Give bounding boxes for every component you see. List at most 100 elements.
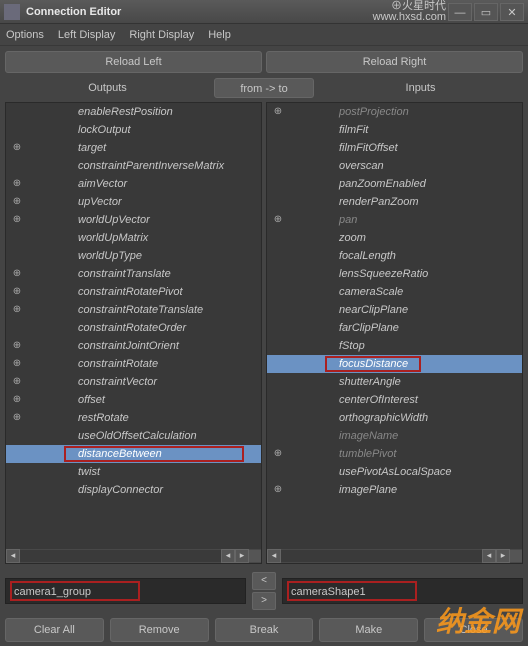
outputs-list[interactable]: enableRestPositionlockOutput⊕targetconst… <box>6 103 261 547</box>
reload-right-button[interactable]: Reload Right <box>266 51 523 73</box>
direction-toggle[interactable]: from -> to <box>214 78 314 98</box>
expand-icon[interactable]: ⊕ <box>10 141 24 155</box>
attribute-label: panZoomEnabled <box>285 178 426 190</box>
list-item[interactable]: ⊕constraintRotateTranslate <box>6 301 261 319</box>
list-item[interactable]: distanceBetween <box>6 445 261 463</box>
list-item[interactable]: zoom <box>267 229 522 247</box>
inputs-scrollbar[interactable]: ◂ ◂ ▸ <box>267 549 522 563</box>
menu-right-display[interactable]: Right Display <box>129 29 194 41</box>
list-item[interactable]: overscan <box>267 157 522 175</box>
expand-icon[interactable]: ⊕ <box>271 483 285 497</box>
expand-icon[interactable]: ⊕ <box>10 303 24 317</box>
list-item[interactable]: ⊕restRotate <box>6 409 261 427</box>
reload-left-button[interactable]: Reload Left <box>5 51 262 73</box>
scroll-left-icon[interactable]: ◂ <box>6 549 20 563</box>
list-item[interactable]: ⊕aimVector <box>6 175 261 193</box>
scroll-left2-icon[interactable]: ◂ <box>482 549 496 563</box>
clear-all-button[interactable]: Clear All <box>5 618 104 642</box>
menu-help[interactable]: Help <box>208 29 231 41</box>
list-item[interactable]: ⊕constraintVector <box>6 373 261 391</box>
expand-icon[interactable]: ⊕ <box>10 195 24 209</box>
list-item[interactable]: ⊕pan <box>267 211 522 229</box>
expand-icon <box>10 321 24 335</box>
make-button[interactable]: Make <box>319 618 418 642</box>
list-item[interactable]: constraintParentInverseMatrix <box>6 157 261 175</box>
list-item[interactable]: ⊕target <box>6 139 261 157</box>
expand-icon <box>271 249 285 263</box>
list-item[interactable]: ⊕constraintRotate <box>6 355 261 373</box>
menu-left-display[interactable]: Left Display <box>58 29 115 41</box>
break-button[interactable]: Break <box>215 618 314 642</box>
list-item[interactable]: focalLength <box>267 247 522 265</box>
list-item[interactable]: ⊕offset <box>6 391 261 409</box>
menu-options[interactable]: Options <box>6 29 44 41</box>
list-item[interactable]: imageName <box>267 427 522 445</box>
list-item[interactable]: ⊕upVector <box>6 193 261 211</box>
list-item[interactable]: useOldOffsetCalculation <box>6 427 261 445</box>
scroll-track[interactable] <box>281 550 482 562</box>
list-item[interactable]: usePivotAsLocalSpace <box>267 463 522 481</box>
list-item[interactable]: worldUpMatrix <box>6 229 261 247</box>
list-item[interactable]: ⊕constraintTranslate <box>6 265 261 283</box>
minimize-button[interactable]: — <box>448 3 472 21</box>
list-item[interactable]: fStop <box>267 337 522 355</box>
list-item[interactable]: focusDistance <box>267 355 522 373</box>
list-item[interactable]: ⊕tumblePivot <box>267 445 522 463</box>
expand-icon[interactable]: ⊕ <box>10 339 24 353</box>
expand-icon[interactable]: ⊕ <box>10 285 24 299</box>
list-item[interactable]: worldUpType <box>6 247 261 265</box>
list-item[interactable]: orthographicWidth <box>267 409 522 427</box>
expand-icon[interactable]: ⊕ <box>271 105 285 119</box>
remove-button[interactable]: Remove <box>110 618 209 642</box>
list-item[interactable]: ⊕constraintJointOrient <box>6 337 261 355</box>
scroll-track[interactable] <box>20 550 221 562</box>
left-node-field[interactable]: camera1_group <box>5 578 246 604</box>
list-item[interactable]: ⊕worldUpVector <box>6 211 261 229</box>
list-item[interactable]: constraintRotateOrder <box>6 319 261 337</box>
expand-icon[interactable]: ⊕ <box>10 213 24 227</box>
expand-icon[interactable]: ⊕ <box>271 447 285 461</box>
list-item[interactable]: displayConnector <box>6 481 261 499</box>
list-item[interactable]: lockOutput <box>6 121 261 139</box>
expand-icon[interactable]: ⊕ <box>271 213 285 227</box>
scroll-left-icon[interactable]: ◂ <box>267 549 281 563</box>
scroll-left2-icon[interactable]: ◂ <box>221 549 235 563</box>
list-item[interactable]: renderPanZoom <box>267 193 522 211</box>
inputs-list[interactable]: ⊕postProjection filmFit filmFitOffset overs… <box>267 103 522 547</box>
scroll-right-icon[interactable]: ▸ <box>496 549 510 563</box>
maximize-button[interactable]: ▭ <box>474 3 498 21</box>
close-button[interactable]: ✕ <box>500 3 524 21</box>
watermark: ⊕火星时代www.hxsd.com <box>373 1 446 23</box>
resize-grip[interactable] <box>510 550 522 562</box>
outputs-scrollbar[interactable]: ◂ ◂ ▸ <box>6 549 261 563</box>
right-node-field[interactable]: cameraShape1 <box>282 578 523 604</box>
swap-right-button[interactable]: > <box>252 592 276 610</box>
list-item[interactable]: panZoomEnabled <box>267 175 522 193</box>
expand-icon[interactable]: ⊕ <box>10 357 24 371</box>
list-item[interactable]: lensSqueezeRatio <box>267 265 522 283</box>
list-item[interactable]: cameraScale <box>267 283 522 301</box>
list-item[interactable]: filmFit <box>267 121 522 139</box>
expand-icon[interactable]: ⊕ <box>10 375 24 389</box>
list-item[interactable]: centerOfInterest <box>267 391 522 409</box>
list-item[interactable]: farClipPlane <box>267 319 522 337</box>
list-item[interactable]: shutterAngle <box>267 373 522 391</box>
list-item[interactable]: ⊕postProjection <box>267 103 522 121</box>
expand-icon[interactable]: ⊕ <box>10 393 24 407</box>
expand-icon[interactable]: ⊕ <box>10 267 24 281</box>
list-item[interactable]: twist <box>6 463 261 481</box>
expand-icon[interactable]: ⊕ <box>10 411 24 425</box>
scroll-right-icon[interactable]: ▸ <box>235 549 249 563</box>
list-item[interactable]: nearClipPlane <box>267 301 522 319</box>
swap-left-button[interactable]: < <box>252 572 276 590</box>
list-item[interactable]: ⊕imagePlane <box>267 481 522 499</box>
attribute-label: filmFitOffset <box>285 142 398 154</box>
list-item[interactable]: ⊕constraintRotatePivot <box>6 283 261 301</box>
list-item[interactable]: enableRestPosition <box>6 103 261 121</box>
resize-grip[interactable] <box>249 550 261 562</box>
attribute-label: filmFit <box>285 124 368 136</box>
list-item[interactable]: filmFitOffset <box>267 139 522 157</box>
close-dialog-button[interactable]: Close <box>424 618 523 642</box>
expand-icon[interactable]: ⊕ <box>10 177 24 191</box>
attribute-label: constraintRotateTranslate <box>24 304 203 316</box>
